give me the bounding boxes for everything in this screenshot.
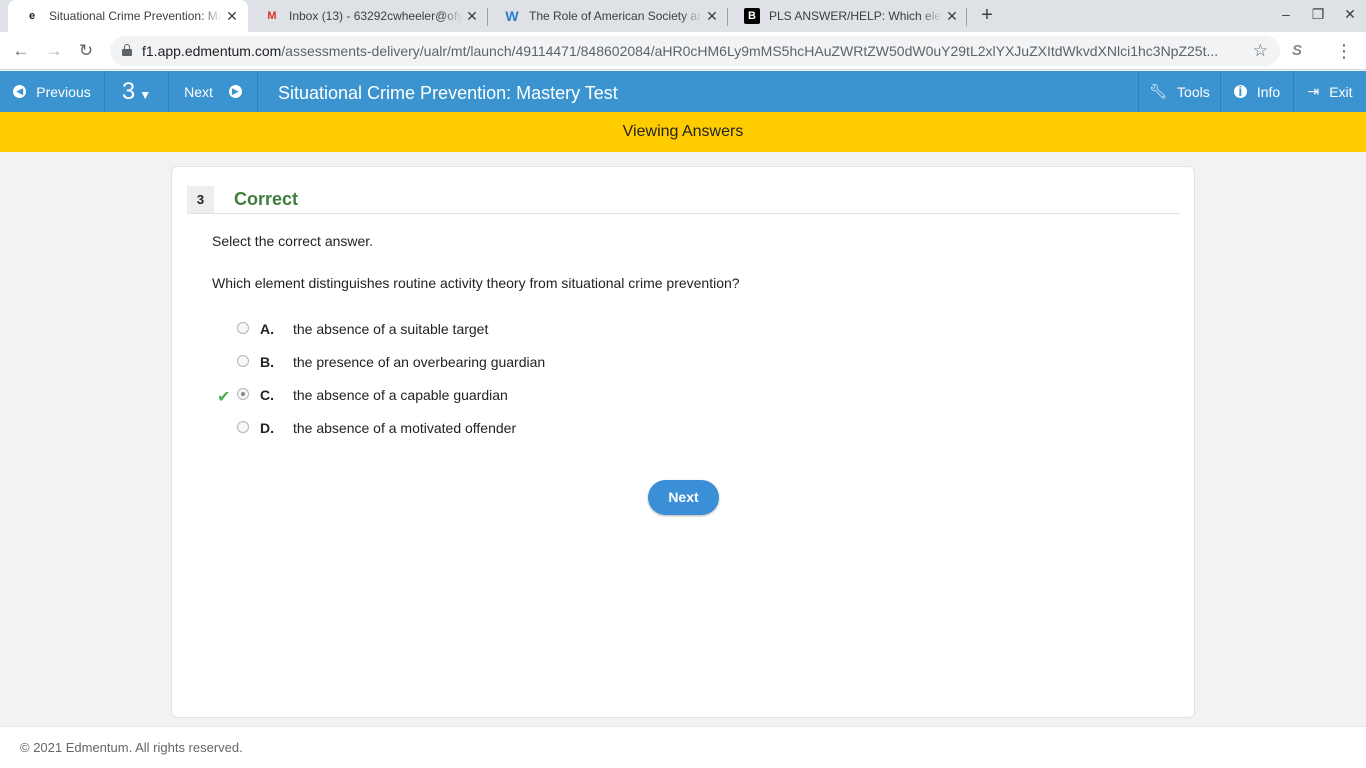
extension-icon[interactable]: S <box>1292 42 1302 59</box>
edmentum-icon: e <box>28 10 36 22</box>
test-header-bar: ◀ Previous 3 ▼ Next ▶ Situational Crime … <box>0 71 1366 112</box>
header-divider <box>257 71 258 112</box>
browser-tab[interactable]: M Inbox (13) - 63292cwheeler@ofy ✕ <box>248 0 488 32</box>
back-icon[interactable]: ← <box>10 40 32 62</box>
radio-button[interactable] <box>237 355 249 367</box>
choice-letter: C. <box>260 387 274 403</box>
question-number: 3 <box>121 77 136 105</box>
exit-label: Exit <box>1329 83 1353 100</box>
choice-text: the absence of a motivated offender <box>293 420 517 436</box>
answer-choice-c[interactable]: ✔ C. the absence of a capable guardian <box>212 386 712 408</box>
gmail-icon: M <box>267 10 277 22</box>
arrow-left-circle-icon: ◀ <box>13 85 27 98</box>
tab-title: PLS ANSWER/HELP: Which elem <box>769 9 942 23</box>
tab-title: Situational Crime Prevention: Ma <box>49 9 222 23</box>
exit-button[interactable]: ⇥ Exit <box>1294 71 1366 112</box>
close-window-icon[interactable]: ✕ <box>1338 6 1362 23</box>
restore-icon[interactable]: ❐ <box>1306 6 1330 23</box>
new-tab-button[interactable]: + <box>976 4 998 26</box>
browser-tab[interactable]: B PLS ANSWER/HELP: Which elem ✕ <box>728 0 968 32</box>
question-text: Which element distinguishes routine acti… <box>212 275 740 291</box>
previous-button[interactable]: ◀ Previous <box>0 71 104 112</box>
next-label: Next <box>184 83 213 100</box>
tools-label: Tools <box>1177 83 1210 100</box>
copyright-text: © 2021 Edmentum. All rights reserved. <box>20 740 243 755</box>
answer-status: Correct <box>234 189 299 209</box>
radio-button[interactable] <box>237 421 249 433</box>
url-path: /assessments-delivery/ualr/mt/launch/491… <box>281 43 1219 59</box>
close-tab-icon[interactable]: ✕ <box>222 8 242 25</box>
question-number-badge: 3 <box>187 186 214 213</box>
choice-letter: A. <box>260 321 274 337</box>
next-question-button[interactable]: Next <box>648 480 719 515</box>
choice-text: the absence of a capable guardian <box>293 387 508 403</box>
question-card: 3 Correct Select the correct answer. Whi… <box>171 166 1195 718</box>
lock-icon <box>122 44 132 56</box>
brainly-icon: B <box>744 8 760 24</box>
url-text[interactable]: f1.app.edmentum.com/assessments-delivery… <box>142 43 1242 59</box>
tab-title: Inbox (13) - 63292cwheeler@ofy <box>289 9 462 23</box>
close-tab-icon[interactable]: ✕ <box>942 8 962 25</box>
info-icon: i <box>1233 84 1247 98</box>
reload-icon[interactable]: ↻ <box>75 40 97 62</box>
question-selector[interactable]: 3 ▼ <box>105 71 168 112</box>
info-button[interactable]: i Info <box>1221 71 1293 112</box>
divider <box>187 213 1180 214</box>
answer-choice-a[interactable]: A. the absence of a suitable target <box>212 320 712 342</box>
previous-label: Previous <box>36 83 91 100</box>
browser-tab-active[interactable]: e Situational Crime Prevention: Ma ✕ <box>8 0 248 32</box>
chevron-down-icon: ▼ <box>139 87 152 102</box>
close-tab-icon[interactable]: ✕ <box>702 8 722 25</box>
close-tab-icon[interactable]: ✕ <box>462 8 482 25</box>
word-icon: W <box>505 8 519 24</box>
forward-icon[interactable]: → <box>43 40 65 62</box>
viewing-answers-banner: Viewing Answers <box>0 112 1366 152</box>
browser-menu-icon[interactable]: ⋮ <box>1335 40 1353 62</box>
question-instruction: Select the correct answer. <box>212 233 374 249</box>
sign-out-icon: ⇥ <box>1307 83 1320 99</box>
url-host: f1.app.edmentum.com <box>142 43 282 59</box>
radio-button[interactable] <box>237 322 249 334</box>
choice-text: the absence of a suitable target <box>293 321 489 337</box>
answer-choice-d[interactable]: D. the absence of a motivated offender <box>212 419 712 441</box>
choice-text: the presence of an overbearing guardian <box>293 354 546 370</box>
bookmark-star-icon[interactable]: ☆ <box>1253 41 1268 61</box>
checkmark-icon: ✔ <box>217 389 231 406</box>
arrow-right-circle-icon: ▶ <box>228 85 242 98</box>
answer-choice-b[interactable]: B. the presence of an overbearing guardi… <box>212 353 712 375</box>
address-bar[interactable]: f1.app.edmentum.com/assessments-delivery… <box>110 36 1280 66</box>
choice-letter: B. <box>260 354 274 370</box>
page-footer: © 2021 Edmentum. All rights reserved. <box>0 726 1366 768</box>
choice-letter: D. <box>260 420 274 436</box>
minimize-icon[interactable]: – <box>1274 6 1298 22</box>
browser-toolbar: ← → ↻ f1.app.edmentum.com/assessments-de… <box>0 32 1366 70</box>
info-label: Info <box>1256 83 1281 100</box>
tools-button[interactable]: 🔧︎ Tools <box>1139 71 1220 112</box>
wrench-icon: 🔧︎ <box>1149 83 1168 99</box>
browser-tab[interactable]: W The Role of American Society an ✕ <box>488 0 728 32</box>
radio-button-selected[interactable] <box>237 388 249 400</box>
test-title: Situational Crime Prevention: Mastery Te… <box>278 83 618 103</box>
tab-title: The Role of American Society an <box>529 9 702 23</box>
browser-tab-strip: e Situational Crime Prevention: Ma ✕ M I… <box>0 0 1366 32</box>
tab-divider <box>966 8 967 26</box>
next-header-button[interactable]: Next ▶ <box>169 71 257 112</box>
